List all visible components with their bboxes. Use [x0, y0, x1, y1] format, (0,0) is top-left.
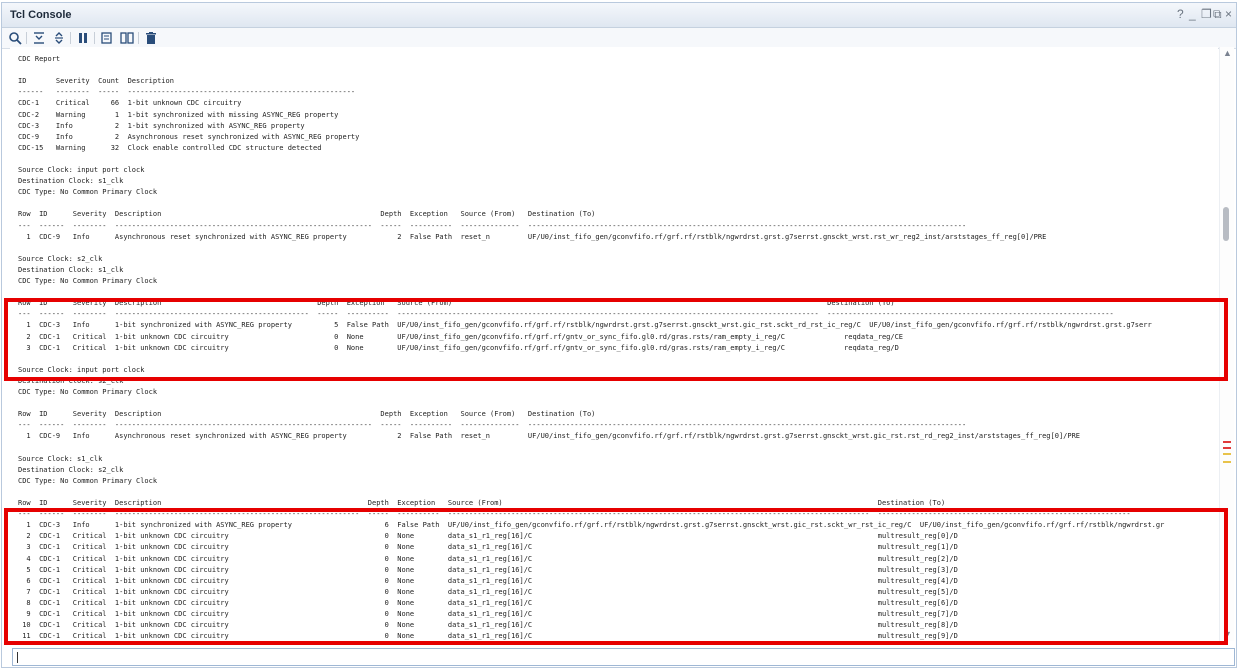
warning-marker[interactable] [1223, 461, 1231, 463]
console-line: CDC-15 Warning 32 Clock enable controlle… [18, 143, 322, 152]
console-line: CDC Type: No Common Primary Clock [18, 188, 158, 197]
float-button[interactable]: ⧉ [1213, 7, 1222, 22]
title-bar: Tcl Console ? _ ❐ ⧉ × [2, 3, 1236, 28]
console-line: CDC Type: No Common Primary Clock [18, 476, 158, 485]
console-line: CDC-9 Info 2 Asynchronous reset synchron… [18, 132, 360, 141]
console-line: ------ -------- ----- ------------------… [18, 88, 356, 97]
scroll-up-icon[interactable]: ▲ [1223, 48, 1232, 58]
console-line: CDC-1 Critical 66 1-bit unknown CDC circ… [18, 99, 242, 108]
console-toolbar [2, 28, 1236, 49]
close-button[interactable]: × [1225, 7, 1232, 21]
console-line: Row ID Severity Description Depth Except… [18, 499, 946, 507]
warning-marker[interactable] [1223, 453, 1231, 455]
console-line: CDC-2 Warning 1 1-bit synchronized with … [18, 110, 339, 119]
restore-button[interactable]: ❐ [1201, 7, 1212, 21]
highlight-box [4, 508, 1228, 645]
highlight-box [4, 298, 1228, 381]
console-line: Source Clock: s2_clk [18, 254, 103, 263]
expand-all-icon[interactable] [52, 31, 66, 45]
console-line: 1 CDC-9 Info Asynchronous reset synchron… [18, 432, 1081, 441]
tcl-command-input[interactable] [12, 648, 1235, 666]
error-marker[interactable] [1223, 447, 1231, 449]
console-line: --- ------ -------- --------------------… [18, 221, 967, 230]
console-line: CDC Type: No Common Primary Clock [18, 277, 158, 285]
toolbar-separator [70, 32, 71, 44]
error-marker[interactable] [1223, 441, 1231, 443]
console-line: 1 CDC-9 Info Asynchronous reset synchron… [18, 232, 1047, 241]
scrollbar-thumb[interactable] [1223, 207, 1229, 241]
console-line: Destination Clock: s1_clk [18, 265, 124, 274]
window-title: Tcl Console [10, 9, 72, 21]
minimize-button[interactable]: _ [1189, 7, 1196, 21]
console-line: Destination Clock: s2_clk [18, 465, 124, 474]
console-line: CDC-3 Info 2 1-bit synchronized with ASY… [18, 121, 305, 130]
columns-icon[interactable] [120, 31, 134, 45]
toolbar-separator [94, 32, 95, 44]
toolbar-separator [138, 32, 139, 44]
console-line: CDC Type: No Common Primary Clock [18, 388, 158, 396]
search-icon[interactable] [8, 31, 22, 45]
toolbar-separator [26, 32, 27, 44]
console-line: Row ID Severity Description Depth Except… [18, 410, 596, 419]
copy-icon[interactable] [100, 31, 114, 45]
console-line: Source Clock: input port clock [18, 166, 145, 174]
text-caret [17, 652, 18, 663]
delete-icon[interactable] [144, 31, 158, 45]
console-line: Row ID Severity Description Depth Except… [18, 210, 596, 219]
help-button[interactable]: ? [1177, 7, 1184, 21]
console-line: Source Clock: s1_clk [18, 454, 103, 463]
console-line: --- ------ -------- --------------------… [18, 421, 967, 430]
console-line: Destination Clock: s1_clk [18, 177, 124, 186]
collapse-all-icon[interactable] [32, 31, 46, 45]
console-line: CDC Report [18, 55, 61, 63]
pause-icon[interactable] [76, 31, 90, 45]
console-line: ID Severity Count Description [18, 77, 174, 86]
